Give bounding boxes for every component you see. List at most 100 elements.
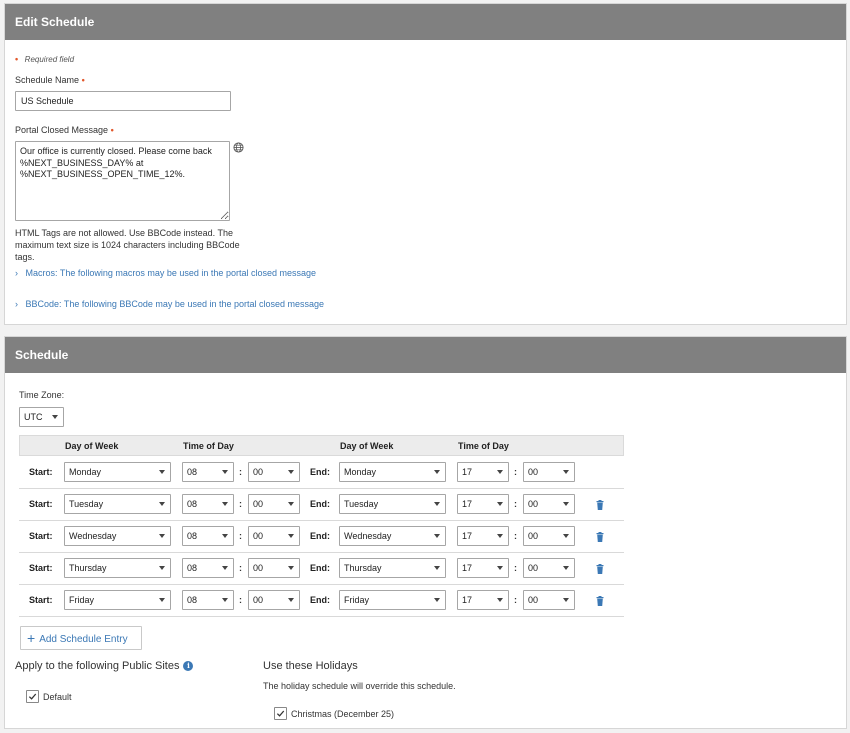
holiday-christmas-checkbox[interactable] xyxy=(274,707,287,720)
start-label: Start: xyxy=(29,467,53,477)
time-colon: : xyxy=(514,563,517,573)
add-schedule-entry-label: Add Schedule Entry xyxy=(39,634,128,645)
hint-line: tags. xyxy=(15,252,35,262)
timezone-label: Time Zone: xyxy=(19,390,65,400)
start-minute-select[interactable]: 00 xyxy=(248,590,300,610)
start-minute-select-value: 00 xyxy=(253,563,264,573)
chevron-down-icon xyxy=(563,566,569,570)
start-day-select[interactable]: Tuesday xyxy=(64,494,171,514)
end-hour-select[interactable]: 17 xyxy=(457,590,509,610)
schedule-row: Start: Monday 08: 00 End: Monday 17: 00 xyxy=(19,457,624,489)
end-day-select-value: Tuesday xyxy=(344,499,379,509)
end-day-select[interactable]: Thursday xyxy=(339,558,446,578)
start-day-select-value: Monday xyxy=(69,467,102,477)
schedule-row: Start: Friday 08: 00 End: Friday 17: 00 xyxy=(19,585,624,617)
start-day-select[interactable]: Monday xyxy=(64,462,171,482)
end-hour-select[interactable]: 17 xyxy=(457,526,509,546)
portal-closed-message-textarea[interactable]: Our office is currently closed. Please c… xyxy=(15,141,230,221)
start-hour-select[interactable]: 08 xyxy=(182,462,234,482)
time-colon: : xyxy=(239,595,242,605)
end-day-select-value: Thursday xyxy=(344,563,382,573)
chevron-down-icon xyxy=(434,534,440,538)
start-day-select-value: Wednesday xyxy=(69,531,117,541)
end-minute-select-value: 00 xyxy=(528,467,539,477)
end-hour-select[interactable]: 17 xyxy=(457,558,509,578)
add-schedule-entry-button[interactable]: + Add Schedule Entry xyxy=(20,626,142,650)
schedule-row: Start: Thursday 08: 00 End: Thursday 17: 00 xyxy=(19,553,624,585)
end-minute-select[interactable]: 00 xyxy=(523,558,575,578)
end-minute-select[interactable]: 00 xyxy=(523,494,575,514)
end-hour-select-value: 17 xyxy=(462,531,473,541)
header-day-of-week-end: Day of Week xyxy=(340,441,394,451)
schedule-row: Start: Wednesday 08: 00 End: Wednesday 17: 00 xyxy=(19,521,624,553)
schedule-table-header: Day of Week Time of Day Day of Week Time… xyxy=(19,435,624,456)
end-hour-select[interactable]: 17 xyxy=(457,494,509,514)
start-hour-select-value: 08 xyxy=(187,595,198,605)
chevron-down-icon xyxy=(497,566,503,570)
header-time-of-day-end: Time of Day xyxy=(458,441,509,451)
end-minute-select[interactable]: 00 xyxy=(523,462,575,482)
macros-link[interactable]: › Macros: The following macros may be us… xyxy=(15,268,316,278)
schedule-name-input[interactable] xyxy=(15,91,231,111)
timezone-select[interactable]: UTC xyxy=(19,407,64,427)
info-icon[interactable]: i xyxy=(183,661,194,671)
end-minute-select-value: 00 xyxy=(528,531,539,541)
end-minute-select[interactable]: 00 xyxy=(523,590,575,610)
start-day-select[interactable]: Wednesday xyxy=(64,526,171,546)
start-day-select[interactable]: Friday xyxy=(64,590,171,610)
start-label: Start: xyxy=(29,595,53,605)
trash-icon[interactable] xyxy=(596,564,604,574)
schedule-row: Start: Tuesday 08: 00 End: Tuesday 17: 00 xyxy=(19,489,624,521)
bbcode-link[interactable]: › BBCode: The following BBCode may be us… xyxy=(15,299,324,309)
end-day-select-value: Wednesday xyxy=(344,531,392,541)
chevron-down-icon xyxy=(222,566,228,570)
schedule-name-label-text: Schedule Name xyxy=(15,75,80,85)
chevron-down-icon xyxy=(434,470,440,474)
start-day-select[interactable]: Thursday xyxy=(64,558,171,578)
trash-icon[interactable] xyxy=(596,596,604,606)
required-marker: • xyxy=(81,75,85,85)
start-hour-select[interactable]: 08 xyxy=(182,526,234,546)
chevron-down-icon xyxy=(159,566,165,570)
required-marker: • xyxy=(15,54,19,64)
time-colon: : xyxy=(514,499,517,509)
required-marker: • xyxy=(110,125,114,135)
portal-closed-label: Portal Closed Message • xyxy=(15,125,114,135)
start-hour-select-value: 08 xyxy=(187,467,198,477)
end-day-select[interactable]: Monday xyxy=(339,462,446,482)
start-minute-select[interactable]: 00 xyxy=(248,526,300,546)
end-minute-select[interactable]: 00 xyxy=(523,526,575,546)
end-day-select[interactable]: Friday xyxy=(339,590,446,610)
end-day-select[interactable]: Tuesday xyxy=(339,494,446,514)
time-colon: : xyxy=(239,467,242,477)
start-minute-select[interactable]: 00 xyxy=(248,558,300,578)
public-sites-title: Apply to the following Public Sites i xyxy=(15,660,194,672)
start-hour-select[interactable]: 08 xyxy=(182,558,234,578)
end-label: End: xyxy=(310,499,330,509)
end-hour-select-value: 17 xyxy=(462,499,473,509)
start-minute-select[interactable]: 00 xyxy=(248,462,300,482)
start-hour-select[interactable]: 08 xyxy=(182,590,234,610)
end-day-select[interactable]: Wednesday xyxy=(339,526,446,546)
chevron-down-icon xyxy=(288,566,294,570)
trash-icon[interactable] xyxy=(596,532,604,542)
html-tags-hint: HTML Tags are not allowed. Use BBCode in… xyxy=(15,227,255,263)
time-colon: : xyxy=(514,531,517,541)
timezone-value: UTC xyxy=(24,412,43,422)
start-hour-select[interactable]: 08 xyxy=(182,494,234,514)
chevron-down-icon xyxy=(563,534,569,538)
end-hour-select[interactable]: 17 xyxy=(457,462,509,482)
end-day-select-value: Monday xyxy=(344,467,377,477)
start-label: Start: xyxy=(29,531,53,541)
start-minute-select[interactable]: 00 xyxy=(248,494,300,514)
end-label: End: xyxy=(310,467,330,477)
public-site-default-checkbox[interactable] xyxy=(26,690,39,703)
header-time-of-day: Time of Day xyxy=(183,441,234,451)
globe-icon[interactable] xyxy=(233,142,244,153)
chevron-right-icon: › xyxy=(15,299,18,309)
chevron-right-icon: › xyxy=(15,268,18,278)
chevron-down-icon xyxy=(434,598,440,602)
chevron-down-icon xyxy=(497,470,503,474)
trash-icon[interactable] xyxy=(596,500,604,510)
chevron-down-icon xyxy=(434,566,440,570)
